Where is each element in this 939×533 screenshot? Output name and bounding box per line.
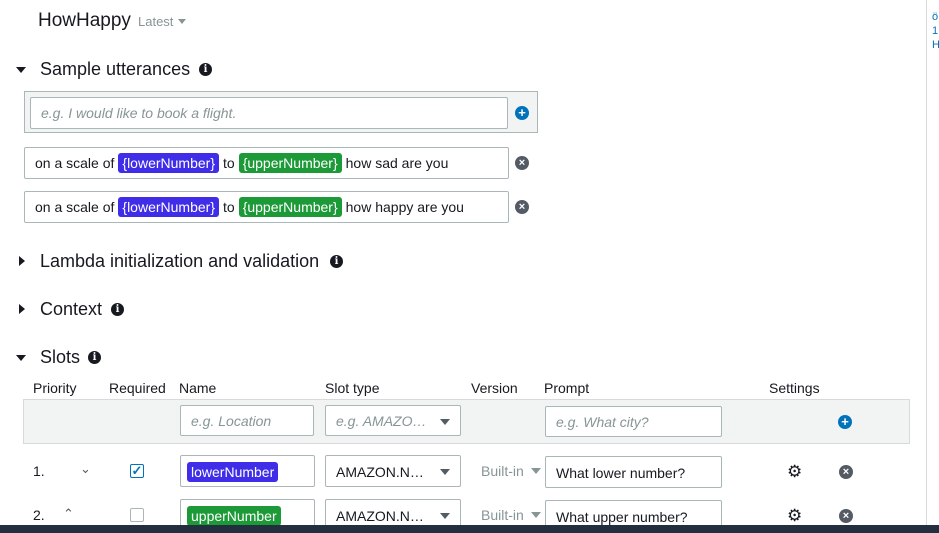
remove-slot-icon[interactable]: × — [839, 509, 853, 523]
required-checkbox[interactable] — [130, 508, 144, 522]
bot-name: HowHappy — [38, 10, 131, 31]
section-title-context: Context — [40, 299, 103, 319]
info-icon[interactable]: i — [330, 255, 343, 268]
section-title-lambda: Lambda initialization and validation — [40, 251, 320, 271]
column-header-name: Name — [179, 380, 217, 396]
remove-slot-icon[interactable]: × — [839, 465, 853, 479]
column-header-priority: Priority — [33, 380, 77, 396]
utterance-text: on a scale of — [35, 155, 115, 171]
panel-divider — [926, 0, 927, 525]
section-title-sample-utterances: Sample utterances — [40, 59, 191, 79]
slot-version[interactable]: Built-in — [481, 507, 524, 523]
slot-priority: 2. — [33, 507, 45, 523]
gear-icon[interactable]: ⚙ — [787, 507, 802, 524]
slot-prompt-value: What upper number? — [556, 509, 688, 525]
expand-caret-icon[interactable] — [19, 256, 25, 266]
column-header-slot-type: Slot type — [325, 380, 380, 396]
slot-tag-upper: {upperNumber} — [238, 197, 342, 217]
slot-prompt-value: What lower number? — [556, 465, 686, 481]
checkmark-icon: ✓ — [131, 463, 143, 478]
column-header-prompt: Prompt — [544, 380, 590, 396]
remove-utterance-icon[interactable]: × — [515, 156, 529, 170]
utterance-text: to — [223, 155, 235, 171]
column-header-version: Version — [471, 380, 518, 396]
required-checkbox[interactable]: ✓ — [130, 464, 144, 478]
column-header-required: Required — [109, 380, 166, 396]
chevron-down-icon[interactable] — [531, 512, 541, 518]
collapse-caret-icon[interactable] — [16, 67, 26, 73]
chevron-down-icon — [440, 469, 450, 475]
slot-version[interactable]: Built-in — [481, 463, 524, 479]
chevron-down-icon — [440, 419, 450, 425]
slot-name-tag: lowerNumber — [187, 462, 279, 482]
add-utterance-icon[interactable]: + — [515, 106, 529, 120]
chevron-down-icon[interactable] — [531, 468, 541, 474]
chevron-down-icon — [440, 513, 450, 519]
info-icon[interactable]: i — [199, 63, 212, 76]
column-header-settings: Settings — [769, 380, 820, 396]
utterance-text: how happy are you — [345, 199, 464, 215]
slot-type-value: AMAZON.N… — [336, 508, 424, 524]
add-slot-icon[interactable]: + — [838, 415, 852, 429]
version-label: Latest — [138, 14, 174, 29]
slot-tag-upper: {upperNumber} — [238, 153, 342, 173]
collapse-caret-icon[interactable] — [16, 355, 26, 361]
slot-name-placeholder: e.g. Location — [191, 413, 272, 429]
slot-name-tag: upperNumber — [187, 506, 281, 526]
slot-type-placeholder: e.g. AMAZO… — [336, 413, 427, 429]
section-title-slots: Slots — [40, 347, 81, 367]
version-dropdown[interactable]: Latest — [138, 14, 187, 29]
right-panel-clipped-text: ö 1 H — [932, 11, 939, 51]
new-slot-row — [23, 399, 910, 444]
utterance-text: on a scale of — [35, 199, 115, 215]
slot-priority: 1. — [33, 463, 45, 479]
utterance-input[interactable]: e.g. I would like to book a flight. — [30, 97, 508, 129]
move-up-icon[interactable]: ⌃ — [63, 506, 74, 522]
slot-prompt-placeholder: e.g. What city? — [556, 414, 649, 430]
slot-type-value: AMAZON.N… — [336, 464, 424, 480]
slot-type-select[interactable]: AMAZON.N… — [325, 455, 461, 487]
utterance-input-placeholder: e.g. I would like to book a flight. — [41, 105, 237, 121]
slot-prompt-field[interactable]: What lower number? — [545, 456, 722, 488]
utterance-row[interactable]: on a scale of {lowerNumber} to {upperNum… — [24, 147, 509, 179]
remove-utterance-icon[interactable]: × — [515, 200, 529, 214]
expand-caret-icon[interactable] — [19, 304, 25, 314]
move-down-icon[interactable]: ⌄ — [80, 461, 91, 477]
utterance-text: how sad are you — [345, 155, 449, 171]
slot-prompt-input[interactable]: e.g. What city? — [545, 406, 722, 437]
chevron-down-icon — [178, 19, 187, 24]
info-icon[interactable]: i — [88, 351, 101, 364]
utterance-row[interactable]: on a scale of {lowerNumber} to {upperNum… — [24, 191, 509, 223]
slot-type-select[interactable]: e.g. AMAZO… — [325, 405, 461, 436]
gear-icon[interactable]: ⚙ — [787, 463, 802, 480]
slot-tag-lower: {lowerNumber} — [118, 197, 219, 217]
info-icon[interactable]: i — [111, 303, 124, 316]
slot-name-field[interactable]: lowerNumber — [180, 455, 315, 487]
bottom-bar — [0, 525, 939, 533]
utterance-text: to — [223, 199, 235, 215]
slot-tag-lower: {lowerNumber} — [118, 153, 219, 173]
slot-name-input[interactable]: e.g. Location — [180, 405, 314, 436]
